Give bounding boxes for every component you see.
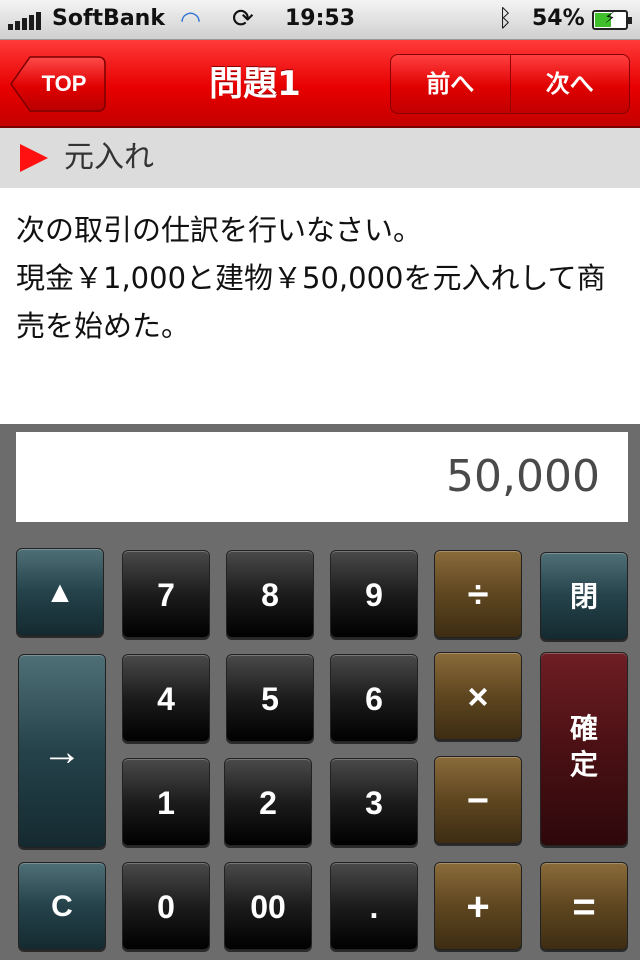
question-line-2: 現金￥1,000と建物￥50,000を元入れして商売を始めた。 [16, 261, 606, 343]
next-button[interactable]: 次へ [509, 55, 630, 113]
prev-next-control: 前へ 次へ [390, 54, 630, 114]
key-3[interactable]: 3 [330, 758, 418, 846]
divide-key[interactable]: ÷ [434, 550, 522, 638]
up-arrow-icon: ▲ [45, 576, 75, 609]
play-triangle-icon [20, 144, 48, 172]
key-5[interactable]: 5 [226, 654, 314, 742]
close-key[interactable]: 閉 [540, 552, 628, 640]
charging-icon: ⚡ [604, 8, 616, 27]
question-text: 次の取引の仕訳を行いなさい。 現金￥1,000と建物￥50,000を元入れして商… [16, 206, 624, 350]
arrow-right-icon: → [42, 730, 82, 774]
arrow-right-key[interactable]: → [18, 654, 106, 848]
top-button[interactable]: TOP [10, 56, 106, 112]
multiply-key[interactable]: × [434, 652, 522, 740]
key-1[interactable]: 1 [122, 758, 210, 846]
key-6[interactable]: 6 [330, 654, 418, 742]
calculator-display: 50,000 [16, 432, 628, 522]
key-8[interactable]: 8 [226, 550, 314, 638]
battery-icon: ⚡ [592, 8, 632, 30]
section-title: 元入れ [64, 140, 154, 175]
confirm-key[interactable]: 確定 [540, 652, 628, 846]
page-title: 問題1 [209, 64, 301, 104]
top-button-label: TOP [41, 71, 87, 96]
section-header: 元入れ [0, 128, 640, 188]
equals-key[interactable]: = [540, 862, 628, 950]
navigation-bar: TOP 問題1 前へ 次へ [0, 40, 640, 128]
calculator-keypad: 50,000 ▲ 7 8 9 ÷ 閉 4 5 6 × → 確定 1 2 3 − … [0, 424, 640, 960]
question-panel: 次の取引の仕訳を行いなさい。 現金￥1,000と建物￥50,000を元入れして商… [0, 188, 640, 424]
up-arrow-key[interactable]: ▲ [16, 548, 104, 636]
prev-button[interactable]: 前へ [391, 55, 510, 113]
confirm-key-label: 確定 [569, 713, 598, 780]
key-00[interactable]: 00 [224, 862, 312, 950]
status-bar: SoftBank ◠ ⟳ 19:53 ᛒ 54% ⚡ [0, 0, 640, 40]
key-0[interactable]: 0 [122, 862, 210, 950]
decimal-key[interactable]: . [330, 862, 418, 950]
battery-percent: 54% [532, 6, 585, 31]
plus-key[interactable]: + [434, 862, 522, 950]
key-4[interactable]: 4 [122, 654, 210, 742]
key-9[interactable]: 9 [330, 550, 418, 638]
key-7[interactable]: 7 [122, 550, 210, 638]
key-2[interactable]: 2 [224, 758, 312, 846]
clear-key[interactable]: C [18, 862, 106, 950]
bluetooth-icon: ᛒ [498, 4, 513, 32]
question-line-1: 次の取引の仕訳を行いなさい。 [16, 213, 423, 247]
minus-key[interactable]: − [434, 756, 522, 844]
